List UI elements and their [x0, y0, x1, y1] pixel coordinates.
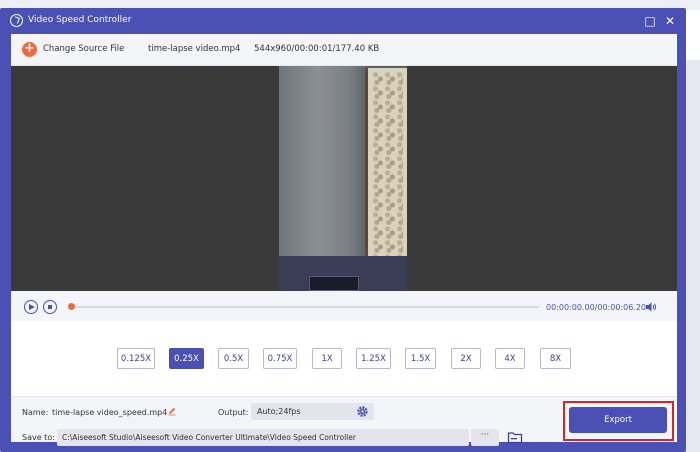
video-preview [11, 66, 677, 291]
save-path-value: C:\Aiseesoft Studio\Aiseesoft Video Conv… [62, 433, 356, 442]
output-label: Output: [218, 408, 249, 417]
speed-options: 0.125X 0.25X 0.5X 0.75X 1X 1.25X 1.5X 2X… [11, 321, 677, 396]
open-folder-icon[interactable] [507, 430, 523, 444]
speed-125x-button[interactable]: 1.25X [356, 348, 391, 369]
video-frame-monitor [309, 276, 359, 291]
speed-1x-button[interactable]: 1X [312, 348, 342, 369]
maximize-icon[interactable]: □ [642, 13, 658, 29]
browse-path-button[interactable]: ··· [471, 429, 499, 446]
dialog-titlebar: Video Speed Controller □ ✕ [0, 8, 686, 34]
video-frame [279, 66, 407, 291]
speed-2x-button[interactable]: 2X [451, 348, 481, 369]
stop-icon[interactable] [43, 300, 57, 314]
export-button[interactable]: Export [569, 407, 667, 433]
output-name-value: time-lapse video_speed.mp4 [52, 408, 168, 417]
gear-icon[interactable] [356, 405, 369, 418]
source-file-info: 544x960/00:00:01/177.40 KB [254, 44, 380, 54]
dialog-title: Video Speed Controller [28, 15, 132, 25]
playback-controls: 00:00:00.00/00:00:06.20 [11, 291, 677, 321]
app-logo-icon [10, 14, 23, 27]
progress-thumb[interactable] [68, 303, 75, 310]
speed-0125x-button[interactable]: 0.125X [117, 348, 155, 369]
add-file-icon[interactable]: + [22, 42, 37, 57]
save-to-label: Save to: [22, 433, 55, 442]
speed-025x-button[interactable]: 0.25X [169, 348, 204, 369]
output-settings-bar: Name: time-lapse video_speed.mp4 Output:… [11, 396, 677, 446]
volume-icon[interactable] [645, 301, 657, 313]
output-format-value: Auto;24fps [257, 407, 301, 416]
speed-15x-button[interactable]: 1.5X [405, 348, 436, 369]
output-format-field[interactable]: Auto;24fps [251, 403, 374, 420]
play-icon[interactable] [24, 300, 38, 314]
close-icon[interactable]: ✕ [662, 13, 678, 29]
edit-name-icon[interactable] [167, 406, 177, 416]
speed-075x-button[interactable]: 0.75X [263, 348, 297, 369]
progress-track[interactable] [71, 306, 539, 308]
name-label: Name: [22, 408, 49, 417]
source-file-name: time-lapse video.mp4 [148, 44, 241, 54]
save-path-field[interactable]: C:\Aiseesoft Studio\Aiseesoft Video Conv… [57, 429, 469, 446]
dialog-content: + Change Source File time-lapse video.mp… [11, 34, 677, 446]
speed-4x-button[interactable]: 4X [495, 348, 525, 369]
speed-8x-button[interactable]: 8X [540, 348, 571, 369]
speed-05x-button[interactable]: 0.5X [218, 348, 249, 369]
video-frame-window [365, 68, 407, 283]
video-speed-controller-dialog: Video Speed Controller □ ✕ + Change Sour… [0, 8, 686, 452]
change-source-file-button[interactable]: Change Source File [43, 44, 124, 54]
playback-time: 00:00:00.00/00:00:06.20 [546, 303, 646, 312]
source-bar: + Change Source File time-lapse video.mp… [11, 34, 677, 66]
